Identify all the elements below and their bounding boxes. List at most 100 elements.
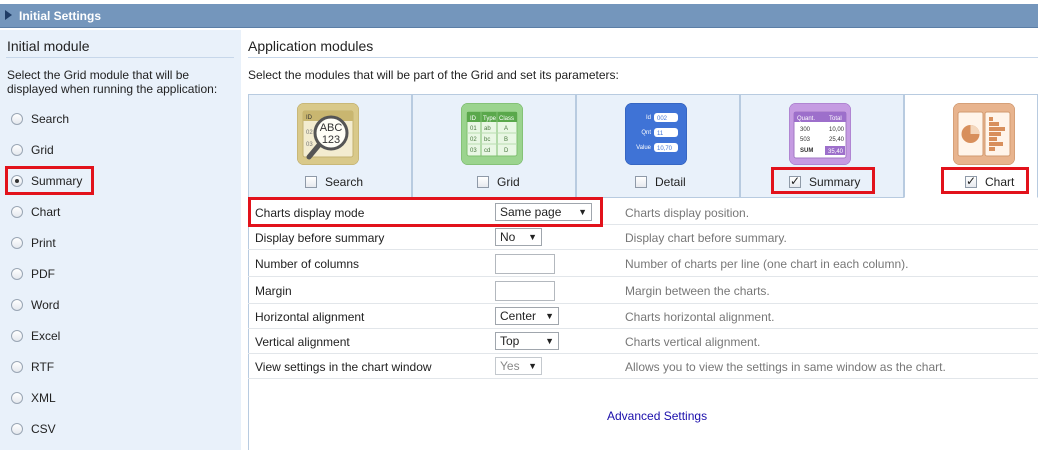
radio-xml[interactable] xyxy=(11,392,23,404)
number-of-columns-input[interactable] xyxy=(495,254,555,274)
radio-rtf[interactable] xyxy=(11,361,23,373)
select-value: Top xyxy=(500,334,520,348)
select-value: Center xyxy=(500,309,537,323)
grid-icon-text-03: 03 xyxy=(470,148,477,154)
checkbox-grid[interactable] xyxy=(477,176,489,188)
detail-icon-text-id: Id xyxy=(646,115,651,121)
grid-icon-text-type: Type xyxy=(483,116,497,122)
initial-module-option-rtf[interactable]: RTF xyxy=(11,358,54,376)
radio-label: XML xyxy=(31,391,56,405)
detail-icon-text-value: Value xyxy=(636,145,652,151)
summary-icon-text-total: Total xyxy=(829,116,842,122)
display-before-summary-select[interactable]: No ▼ xyxy=(495,228,542,246)
checkbox-detail[interactable] xyxy=(635,176,647,188)
grid-icon-text-cd: cd xyxy=(484,148,490,154)
display-mode-highlight xyxy=(248,197,603,227)
module-grid-toggle[interactable]: Grid xyxy=(477,175,520,189)
setting-help: Charts display position. xyxy=(625,206,750,220)
summary-checkbox-highlight xyxy=(771,167,875,194)
initial-module-option-search[interactable]: Search xyxy=(11,110,69,128)
setting-help: Charts vertical alignment. xyxy=(625,335,761,349)
radio-chart[interactable] xyxy=(11,206,23,218)
radio-label: RTF xyxy=(31,360,55,374)
setting-help: Charts horizontal alignment. xyxy=(625,310,775,324)
grid-icon-text-ab: ab xyxy=(484,126,491,132)
initial-module-option-word[interactable]: Word xyxy=(11,296,59,314)
radio-csv[interactable] xyxy=(11,423,23,435)
setting-label: Horizontal alignment xyxy=(255,310,365,324)
checkbox-label: Search xyxy=(325,175,364,189)
dropdown-arrow-icon: ▼ xyxy=(528,232,537,242)
summary-icon-text-300: 300 xyxy=(800,127,811,133)
dropdown-arrow-icon: ▼ xyxy=(528,361,537,371)
summary-radio-highlight xyxy=(5,166,94,195)
setting-help: Number of charts per line (one chart in … xyxy=(625,257,909,271)
module-grid[interactable]: ID Type Class 01 ab A 02 bc B 03 cd D Gr… xyxy=(412,94,576,198)
grid-icon-text-class: Class xyxy=(499,116,514,122)
radio-word[interactable] xyxy=(11,299,23,311)
grid-icon-text-bc: bc xyxy=(484,137,490,143)
select-value: No xyxy=(500,230,516,244)
radio-print[interactable] xyxy=(11,237,23,249)
settings-header-bar[interactable]: Initial Settings xyxy=(0,4,1038,28)
radio-label: Grid xyxy=(31,143,54,157)
setting-label: Margin xyxy=(255,284,292,298)
radio-search[interactable] xyxy=(11,113,23,125)
search-icon-text-02: 02 xyxy=(306,130,313,136)
select-value: Yes xyxy=(500,359,520,373)
module-tabs: ID 02 03 ABC 123 Search ID Type Class 01 xyxy=(248,94,1038,198)
search-icon-text-123: 123 xyxy=(322,134,340,146)
summary-module-icon: Quant. Total 300 10,00 503 25,40 SUM 35,… xyxy=(789,103,851,165)
chart-module-icon xyxy=(953,103,1015,165)
checkbox-search[interactable] xyxy=(305,176,317,188)
initial-module-option-chart[interactable]: Chart xyxy=(11,203,60,221)
module-search-toggle[interactable]: Search xyxy=(305,175,363,189)
summary-icon-text-503: 503 xyxy=(800,137,811,143)
vertical-alignment-select[interactable]: Top ▼ xyxy=(495,332,559,350)
collapse-arrow-icon[interactable] xyxy=(5,10,12,20)
detail-module-icon: Id 002 Qnt 11 Value 10,70 xyxy=(625,103,687,165)
radio-label: Print xyxy=(31,236,56,250)
radio-label: Chart xyxy=(31,205,61,219)
initial-module-option-pdf[interactable]: PDF xyxy=(11,265,55,283)
grid-icon-text-a: A xyxy=(504,126,508,132)
setting-row-horizontal-alignment: Horizontal alignment Center ▼ Charts hori… xyxy=(248,304,1038,329)
detail-icon-text-002: 002 xyxy=(657,116,668,122)
initial-module-title: Initial module xyxy=(7,38,90,54)
advanced-settings-link[interactable]: Advanced Settings xyxy=(607,409,707,423)
horizontal-alignment-select[interactable]: Center ▼ xyxy=(495,307,559,325)
radio-grid[interactable] xyxy=(11,144,23,156)
initial-module-option-xml[interactable]: XML xyxy=(11,389,56,407)
search-icon-text-03: 03 xyxy=(306,142,313,148)
radio-label: Word xyxy=(31,298,60,312)
setting-label: Display before summary xyxy=(255,231,385,245)
radio-excel[interactable] xyxy=(11,330,23,342)
radio-pdf[interactable] xyxy=(11,268,23,280)
view-settings-select[interactable]: Yes ▼ xyxy=(495,357,542,375)
setting-help: Margin between the charts. xyxy=(625,284,770,298)
setting-label: Vertical alignment xyxy=(255,335,350,349)
checkbox-label: Detail xyxy=(655,175,686,189)
summary-icon-text-quant: Quant. xyxy=(797,116,815,122)
search-icon-text-abc: ABC xyxy=(320,122,343,134)
grid-icon-text-id: ID xyxy=(470,116,477,122)
setting-help: Display chart before summary. xyxy=(625,231,787,245)
setting-row-number-of-columns: Number of columns Number of charts per l… xyxy=(248,250,1038,277)
radio-label: Excel xyxy=(31,329,61,343)
initial-module-option-grid[interactable]: Grid xyxy=(11,141,54,159)
initial-module-option-excel[interactable]: Excel xyxy=(11,327,60,345)
module-detail[interactable]: Id 002 Qnt 11 Value 10,70 Detail xyxy=(576,94,740,198)
search-module-icon: ID 02 03 ABC 123 xyxy=(297,103,359,165)
setting-row-vertical-alignment: Vertical alignment Top ▼ Charts vertical … xyxy=(248,329,1038,354)
settings-header-title: Initial Settings xyxy=(19,9,102,23)
module-detail-toggle[interactable]: Detail xyxy=(635,175,686,189)
margin-input[interactable] xyxy=(495,281,555,301)
setting-label: View settings in the chart window xyxy=(255,360,432,374)
module-search[interactable]: ID 02 03 ABC 123 Search xyxy=(248,94,412,198)
initial-module-option-csv[interactable]: CSV xyxy=(11,420,56,438)
summary-icon-text-2540: 25,40 xyxy=(829,137,845,143)
initial-module-option-print[interactable]: Print xyxy=(11,234,56,252)
chart-checkbox-highlight xyxy=(941,167,1029,194)
application-modules-description: Select the modules that will be part of … xyxy=(248,68,619,82)
checkbox-label: Grid xyxy=(497,175,520,189)
